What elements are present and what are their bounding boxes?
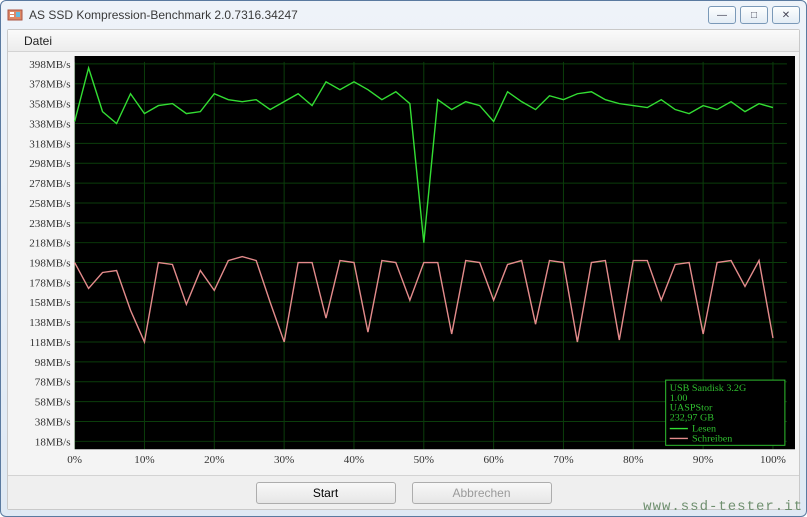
window-buttons: — □ ✕ (708, 6, 800, 24)
svg-text:38MB/s: 38MB/s (35, 417, 71, 429)
maximize-button[interactable]: □ (740, 6, 768, 24)
svg-text:218MB/s: 218MB/s (29, 238, 70, 250)
minimize-button[interactable]: — (708, 6, 736, 24)
svg-text:0%: 0% (67, 454, 82, 466)
svg-text:20%: 20% (204, 454, 224, 466)
abort-button: Abbrechen (412, 482, 552, 504)
window-title: AS SSD Kompression-Benchmark 2.0.7316.34… (29, 8, 708, 22)
svg-text:358MB/s: 358MB/s (29, 99, 70, 111)
svg-text:78MB/s: 78MB/s (35, 377, 71, 389)
svg-text:118MB/s: 118MB/s (30, 337, 71, 349)
titlebar: AS SSD Kompression-Benchmark 2.0.7316.34… (1, 1, 806, 29)
svg-text:258MB/s: 258MB/s (29, 198, 70, 210)
svg-text:100%: 100% (760, 454, 786, 466)
svg-text:198MB/s: 198MB/s (29, 258, 70, 270)
app-icon (7, 7, 23, 23)
svg-text:Schreiben: Schreiben (692, 433, 732, 444)
svg-text:40%: 40% (344, 454, 364, 466)
watermark: www.ssd-tester.it (643, 499, 803, 515)
svg-text:158MB/s: 158MB/s (29, 297, 70, 309)
svg-text:238MB/s: 238MB/s (29, 218, 70, 230)
svg-text:58MB/s: 58MB/s (35, 397, 71, 409)
svg-text:398MB/s: 398MB/s (29, 59, 70, 71)
close-button[interactable]: ✕ (772, 6, 800, 24)
svg-text:50%: 50% (414, 454, 434, 466)
plot-area: 18MB/s 38MB/s 58MB/s 78MB/s 98MB/s 118MB/s 138… (12, 56, 795, 471)
svg-text:60%: 60% (483, 454, 503, 466)
menubar: Datei (8, 30, 799, 52)
start-button[interactable]: Start (256, 482, 396, 504)
svg-text:18MB/s: 18MB/s (35, 436, 71, 448)
client-area: Datei 18MB/s 38MB/s 58MB/s 78MB/s 98MB/s 118M… (7, 29, 800, 510)
svg-text:232,97 GB: 232,97 GB (670, 413, 715, 424)
window: AS SSD Kompression-Benchmark 2.0.7316.34… (0, 0, 807, 517)
svg-text:90%: 90% (693, 454, 713, 466)
svg-text:98MB/s: 98MB/s (35, 357, 71, 369)
svg-text:278MB/s: 278MB/s (29, 178, 70, 190)
svg-text:378MB/s: 378MB/s (29, 79, 70, 91)
svg-text:80%: 80% (623, 454, 643, 466)
svg-text:138MB/s: 138MB/s (29, 317, 70, 329)
svg-text:70%: 70% (553, 454, 573, 466)
svg-text:30%: 30% (274, 454, 294, 466)
svg-text:338MB/s: 338MB/s (29, 119, 70, 131)
svg-text:318MB/s: 318MB/s (29, 138, 70, 150)
svg-text:10%: 10% (134, 454, 154, 466)
menu-datei[interactable]: Datei (16, 32, 60, 50)
svg-text:298MB/s: 298MB/s (29, 158, 70, 170)
svg-text:178MB/s: 178MB/s (29, 277, 70, 289)
chart: 18MB/s 38MB/s 58MB/s 78MB/s 98MB/s 118MB/s 138… (12, 56, 795, 471)
